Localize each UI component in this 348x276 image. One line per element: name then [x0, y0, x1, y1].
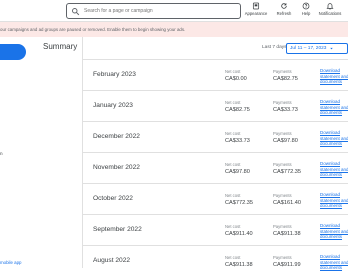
month-label: December 2022	[93, 133, 140, 140]
list-item: August 2022 Net cost CA$911.38 Payments …	[83, 245, 348, 276]
date-range-selector[interactable]: Jul 11 – 17, 2023	[286, 43, 348, 54]
date-range-value: Jul 11 – 17, 2023	[290, 46, 327, 51]
notifications-button[interactable]: Notifications	[315, 2, 345, 21]
payments-value: CA$772.35	[273, 169, 301, 175]
payments-value: CA$97.80	[273, 138, 298, 144]
payments-value: CA$911.99	[273, 262, 301, 268]
search-icon	[72, 7, 80, 15]
net-cost-value: CA$82.75	[225, 107, 250, 113]
sidebar-item[interactable]: n	[0, 151, 3, 156]
payments-value: CA$161.40	[273, 200, 301, 206]
mobile-app-link[interactable]: mobile app	[0, 260, 21, 265]
month-label: November 2022	[93, 164, 140, 171]
download-statement-link[interactable]: Download statement and documents	[320, 161, 348, 178]
net-cost-label: Net cost	[225, 162, 241, 167]
payments-label: Payments	[273, 100, 292, 105]
paused-campaigns-banner: our campaigns and ad groups are paused o…	[0, 22, 348, 37]
download-statement-link[interactable]: Download statement and documents	[320, 68, 348, 85]
list-item: February 2023 Net cost CA$0.00 Payments …	[83, 59, 348, 90]
date-range-label: Last 7 days	[262, 45, 287, 50]
net-cost-value: CA$911.38	[225, 262, 253, 268]
bell-icon	[326, 3, 334, 10]
download-statement-link[interactable]: Download statement and documents	[320, 130, 348, 147]
month-label: February 2023	[93, 71, 136, 78]
payments-label: Payments	[273, 162, 292, 167]
net-cost-value: CA$0.00	[225, 76, 247, 82]
month-label: September 2022	[93, 226, 142, 233]
net-cost-value: CA$33.73	[225, 138, 250, 144]
list-item: November 2022 Net cost CA$97.80 Payments…	[83, 152, 348, 183]
search-box[interactable]	[66, 3, 241, 19]
download-statement-link[interactable]: Download statement and documents	[320, 99, 348, 116]
net-cost-label: Net cost	[225, 224, 241, 229]
chevron-down-icon	[330, 47, 334, 50]
net-cost-label: Net cost	[225, 100, 241, 105]
payments-label: Payments	[273, 224, 292, 229]
list-item: October 2022 Net cost CA$772.35 Payments…	[83, 183, 348, 214]
help-icon	[302, 2, 310, 10]
list-item: January 2023 Net cost CA$82.75 Payments …	[83, 90, 348, 121]
payments-label: Payments	[273, 255, 292, 260]
payments-value: CA$911.38	[273, 231, 301, 237]
download-statement-link[interactable]: Download statement and documents	[320, 254, 348, 271]
top-bar: Appearance Refresh Help Notifications	[0, 0, 348, 22]
month-label: August 2022	[93, 257, 131, 264]
net-cost-value: CA$772.35	[225, 200, 253, 206]
month-label: October 2022	[93, 195, 133, 202]
refresh-label: Refresh	[276, 11, 292, 16]
payments-label: Payments	[273, 69, 292, 74]
month-label: January 2023	[93, 102, 133, 109]
page-title: Summary	[43, 42, 78, 51]
payments-value: CA$33.73	[273, 107, 298, 113]
refresh-icon	[281, 3, 287, 9]
left-panel: n mobile app	[0, 37, 82, 268]
net-cost-label: Net cost	[225, 69, 241, 74]
help-label: Help	[301, 11, 311, 16]
net-cost-label: Net cost	[225, 255, 241, 260]
payments-value: CA$82.75	[273, 76, 298, 82]
download-statement-link[interactable]: Download statement and documents	[320, 223, 348, 240]
search-input[interactable]	[84, 8, 234, 14]
appearance-icon	[252, 2, 260, 10]
create-button[interactable]	[0, 44, 26, 60]
list-item: September 2022 Net cost CA$911.40 Paymen…	[83, 214, 348, 245]
list-item: December 2022 Net cost CA$33.73 Payments…	[83, 121, 348, 152]
appearance-label: Appearance	[244, 11, 268, 16]
net-cost-value: CA$97.80	[225, 169, 250, 175]
appearance-button[interactable]: Appearance	[241, 2, 271, 21]
net-cost-label: Net cost	[225, 193, 241, 198]
download-statement-link[interactable]: Download statement and documents	[320, 192, 348, 209]
notifications-label: Notifications	[318, 11, 342, 16]
net-cost-value: CA$911.40	[225, 231, 253, 237]
payments-label: Payments	[273, 131, 292, 136]
payments-label: Payments	[273, 193, 292, 198]
net-cost-label: Net cost	[225, 131, 241, 136]
banner-text: our campaigns and ad groups are paused o…	[0, 27, 186, 32]
